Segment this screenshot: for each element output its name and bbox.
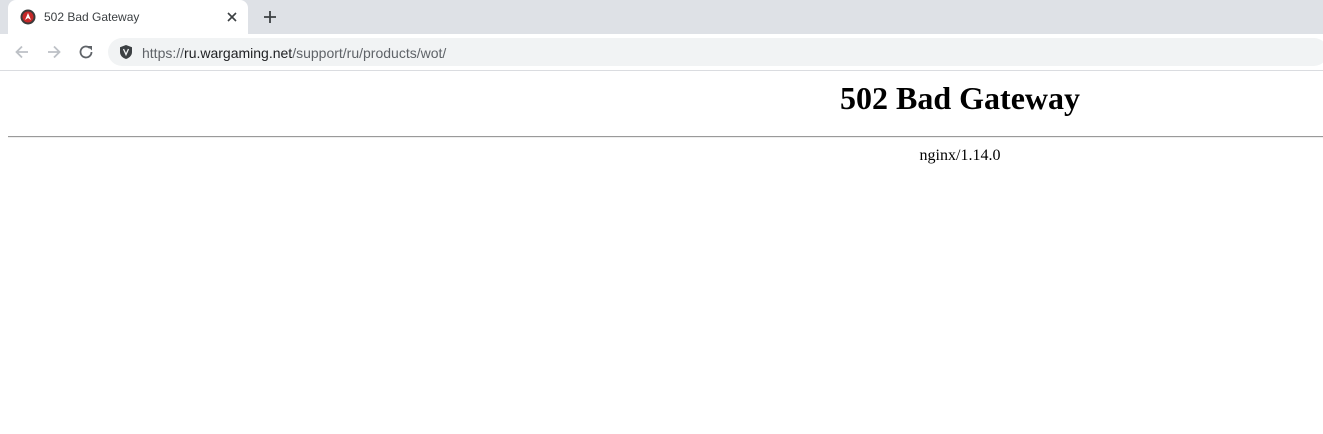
close-icon[interactable] [224,9,240,25]
url-text[interactable]: https://ru.wargaming.net/support/ru/prod… [142,45,446,61]
server-signature: nginx/1.14.0 [919,147,1001,164]
new-tab-button[interactable] [261,8,279,26]
tab-title: 502 Bad Gateway [44,10,140,24]
back-arrow-icon[interactable] [12,42,32,62]
shield-icon[interactable] [118,44,134,60]
toolbar: https://ru.wargaming.net/support/ru/prod… [0,34,1323,71]
tab-strip: 502 Bad Gateway [0,0,1323,34]
url-host: ru.wargaming.net [184,45,293,61]
browser-window: 502 Bad Gateway https://ru.wargaming.net… [0,0,1323,434]
url-scheme: https:// [142,45,185,61]
forward-arrow-icon[interactable] [44,42,64,62]
wargaming-logo-icon [20,9,36,25]
page-title: 502 Bad Gateway [840,80,1080,116]
active-tab[interactable]: 502 Bad Gateway [8,0,248,34]
reload-icon[interactable] [76,42,96,62]
divider [8,136,1323,138]
url-path: /support/ru/products/wot/ [292,45,447,61]
address-bar[interactable]: https://ru.wargaming.net/support/ru/prod… [108,38,1323,66]
page-content: 502 Bad Gateway nginx/1.14.0 [0,71,1323,434]
